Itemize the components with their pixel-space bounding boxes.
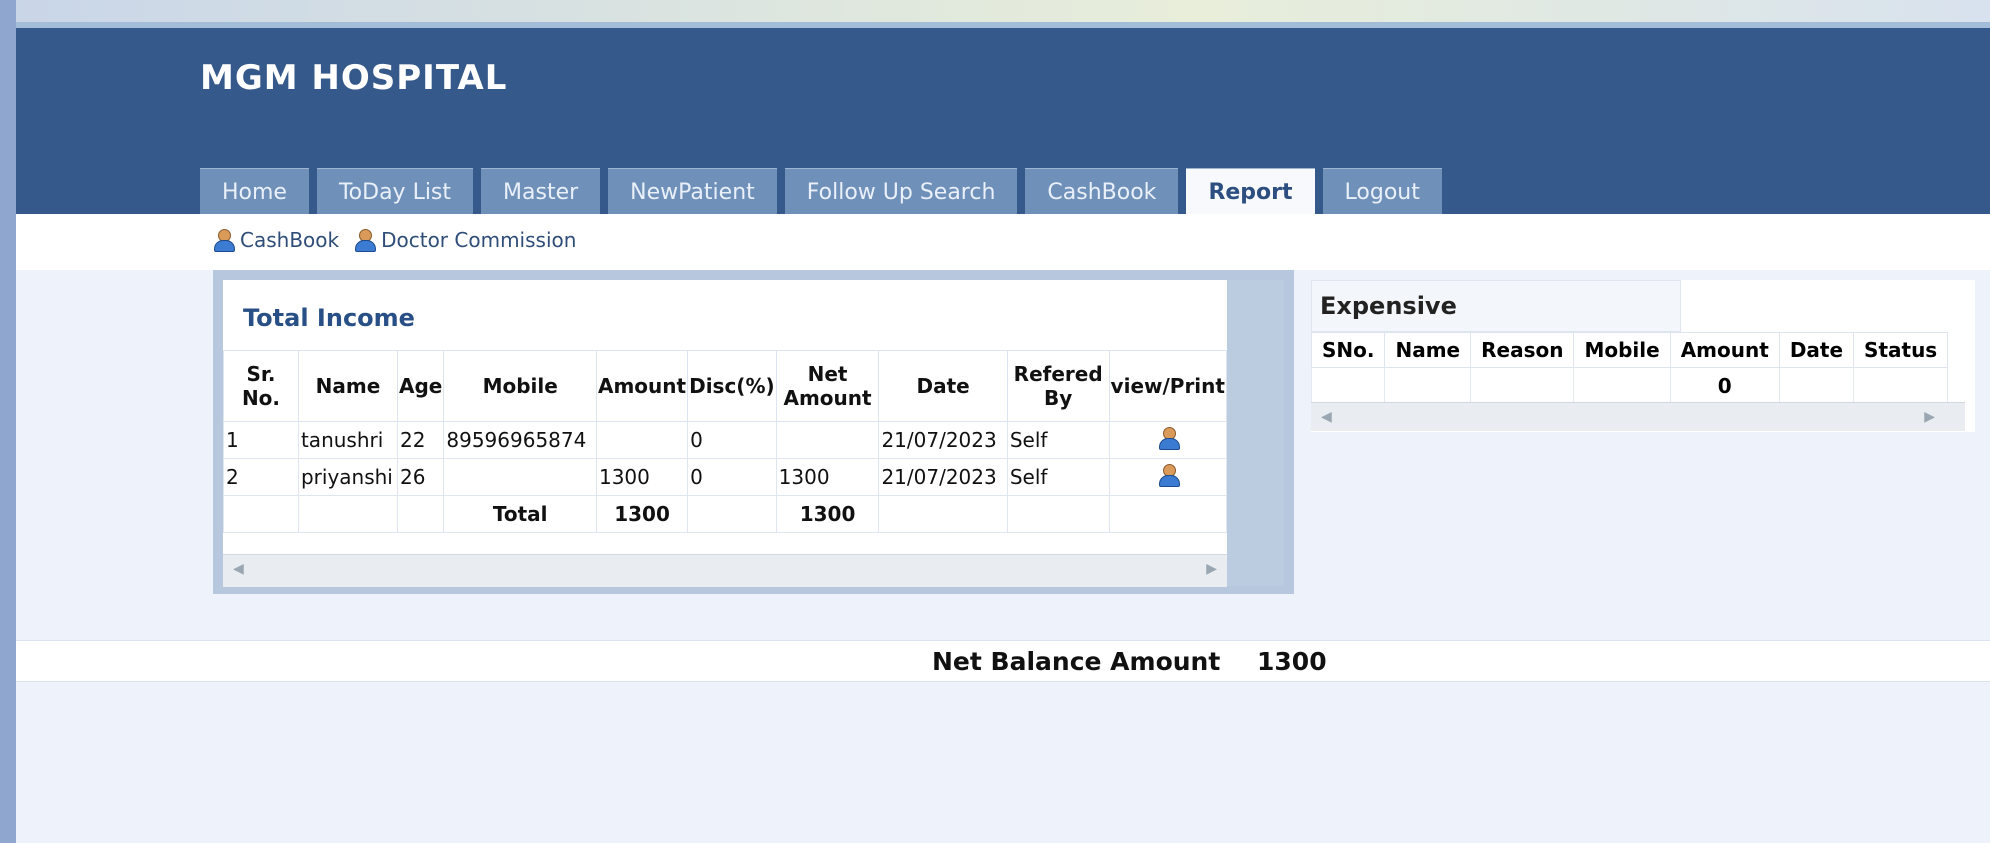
- income-table: Sr. No. Name Age Mobile Amount Disc(%) N…: [223, 350, 1228, 533]
- expense-panel: Expensive SNo. Name Reason Mobile Amount…: [1310, 280, 1975, 432]
- expense-header-row: SNo. Name Reason Mobile Amount Date Stat…: [1310, 332, 1949, 368]
- cell-view-print: [1108, 458, 1228, 496]
- horizontal-scrollbar[interactable]: ◀ ▶: [1311, 402, 1965, 431]
- cell-ref: Self: [1006, 421, 1110, 459]
- col-mobile: Mobile: [1573, 332, 1671, 368]
- cell-age: 26: [397, 458, 445, 496]
- cell-date: 21/07/2023: [878, 421, 1008, 459]
- tab-home[interactable]: Home: [200, 168, 309, 215]
- total-amount: 1300: [595, 495, 689, 533]
- tab-cashbook[interactable]: CashBook: [1025, 168, 1179, 215]
- expense-amount: 0: [1669, 367, 1780, 405]
- cashbook-link-label: CashBook: [240, 228, 340, 252]
- cell-mobile: [443, 458, 597, 496]
- main-nav: Home ToDay List Master NewPatient Follow…: [200, 168, 1442, 215]
- user-icon[interactable]: [1157, 426, 1180, 450]
- user-icon: [212, 229, 235, 252]
- expense-table: SNo. Name Reason Mobile Amount Date Stat…: [1310, 332, 1949, 405]
- tab-today-list[interactable]: ToDay List: [316, 168, 474, 215]
- total-net: 1300: [775, 495, 880, 533]
- vertical-scrollbar[interactable]: [1227, 280, 1284, 586]
- cell-name: priyanshi: [297, 458, 399, 496]
- col-disc: Disc(%): [687, 350, 777, 422]
- cell-ref: Self: [1006, 458, 1110, 496]
- total-row: Total 1300 1300: [223, 495, 1228, 533]
- col-date: Date: [1778, 332, 1855, 368]
- cashbook-link[interactable]: CashBook: [212, 228, 339, 252]
- cell-sr: 2: [223, 458, 299, 496]
- col-name: Name: [297, 350, 399, 422]
- horizontal-scrollbar[interactable]: ◀ ▶: [223, 554, 1227, 587]
- header: MGM HOSPITAL Home ToDay List Master NewP…: [16, 28, 1990, 215]
- cell-amount: 1300: [595, 458, 689, 496]
- total-label: Total: [443, 495, 597, 533]
- cell-name: tanushri: [297, 421, 399, 459]
- cell-net: [775, 421, 880, 459]
- brand-title: MGM HOSPITAL: [200, 58, 508, 98]
- table-row: 0: [1310, 367, 1949, 405]
- tab-newpatient[interactable]: NewPatient: [608, 168, 777, 215]
- cell-view-print: [1108, 421, 1228, 459]
- cell-sr: 1: [223, 421, 299, 459]
- tab-logout[interactable]: Logout: [1322, 168, 1442, 215]
- col-amount: Amount: [1669, 332, 1780, 368]
- scroll-right-icon[interactable]: ▶: [1206, 561, 1217, 577]
- scroll-right-icon[interactable]: ▶: [1924, 409, 1935, 425]
- cell-disc: 0: [687, 458, 777, 496]
- cell-mobile: 89596965874: [443, 421, 597, 459]
- net-balance-label: Net Balance Amount: [932, 647, 1221, 676]
- net-balance: Net Balance Amount 1300: [932, 647, 1327, 676]
- tab-master[interactable]: Master: [481, 168, 601, 215]
- income-panel: Total Income Sr. No. Name Age Mobile Amo…: [213, 270, 1294, 594]
- col-amount: Amount: [595, 350, 689, 422]
- table-row: 2 priyanshi 26 1300 0 1300 21/07/2023 Se…: [223, 458, 1228, 496]
- col-refered-by: Refered By: [1006, 350, 1110, 422]
- cell-disc: 0: [687, 421, 777, 459]
- cell-date: 21/07/2023: [878, 458, 1008, 496]
- user-icon: [353, 229, 377, 252]
- col-net-amount: Net Amount: [775, 350, 880, 422]
- expense-title: Expensive: [1311, 280, 1681, 332]
- col-date: Date: [878, 350, 1008, 422]
- doctor-commission-link[interactable]: Doctor Commission: [353, 228, 576, 252]
- page-frame: MGM HOSPITAL Home ToDay List Master NewP…: [16, 0, 1990, 843]
- income-title: Total Income: [243, 304, 415, 332]
- table-row: 1 tanushri 22 89596965874 0 21/07/2023 S…: [223, 421, 1228, 459]
- col-sr-no: Sr. No.: [223, 350, 299, 422]
- scroll-left-icon[interactable]: ◀: [1321, 409, 1332, 425]
- income-header-row: Sr. No. Name Age Mobile Amount Disc(%) N…: [223, 350, 1228, 422]
- col-age: Age: [397, 350, 445, 422]
- income-inner: Total Income Sr. No. Name Age Mobile Amo…: [223, 280, 1228, 587]
- col-name: Name: [1384, 332, 1472, 368]
- scroll-left-icon[interactable]: ◀: [233, 561, 244, 577]
- col-sno: SNo.: [1310, 332, 1386, 368]
- cell-amount: [595, 421, 689, 459]
- col-status: Status: [1853, 332, 1949, 368]
- tab-report[interactable]: Report: [1186, 168, 1315, 215]
- col-reason: Reason: [1470, 332, 1575, 368]
- col-view-print: view/Print: [1108, 350, 1228, 422]
- cell-age: 22: [397, 421, 445, 459]
- cell-net: 1300: [775, 458, 880, 496]
- net-balance-value: 1300: [1257, 647, 1327, 676]
- report-subnav: CashBook Doctor Commission: [212, 228, 576, 252]
- doctor-commission-link-label: Doctor Commission: [381, 228, 577, 252]
- tab-follow-up-search[interactable]: Follow Up Search: [784, 168, 1018, 215]
- top-strip: [16, 0, 1990, 28]
- col-mobile: Mobile: [443, 350, 597, 422]
- user-icon[interactable]: [1157, 463, 1180, 487]
